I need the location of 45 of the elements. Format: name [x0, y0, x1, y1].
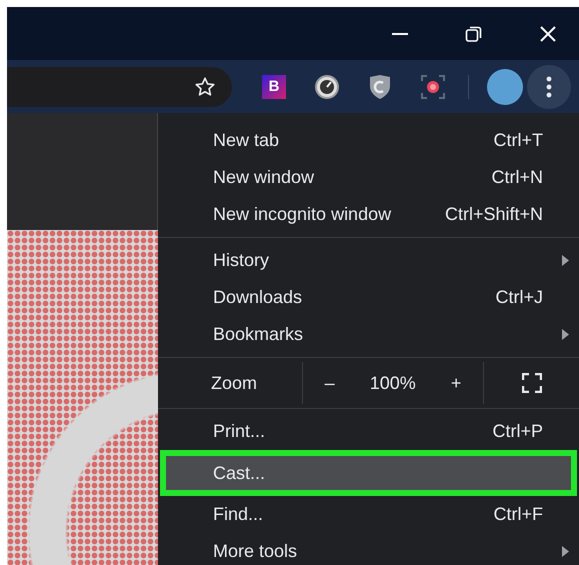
menu-button[interactable] — [527, 64, 571, 108]
menu-item[interactable]: Print... Ctrl+P — [160, 413, 577, 450]
menu-item[interactable]: Bookmarks — [160, 316, 577, 353]
menu-item-label: New window — [213, 167, 316, 188]
zoom-value: 100% — [370, 372, 416, 394]
menu-item[interactable]: New tab Ctrl+T — [160, 122, 577, 159]
shortcut-text: Ctrl+J — [495, 287, 543, 308]
restore-icon[interactable] — [465, 24, 483, 42]
profile-avatar[interactable] — [487, 68, 523, 104]
menu-item-label: New incognito window — [213, 204, 392, 225]
fullscreen-icon[interactable] — [522, 373, 542, 393]
menu-item[interactable]: New incognito window Ctrl+Shift+N — [160, 196, 577, 233]
record-icon[interactable] — [420, 74, 446, 100]
menu-item[interactable]: More tools — [160, 533, 577, 565]
zoom-label: Zoom — [210, 372, 258, 394]
submenu-arrow-icon — [562, 546, 569, 557]
extension-icon[interactable]: B — [262, 74, 286, 98]
zoom-in-button[interactable]: + — [442, 370, 470, 396]
star-icon[interactable] — [194, 76, 216, 98]
menu-item[interactable]: Cast... — [160, 450, 577, 496]
menu-item-label: New tab — [213, 130, 280, 151]
submenu-arrow-icon — [562, 255, 569, 266]
menu-item-label: History — [213, 250, 270, 271]
address-field[interactable] — [7, 66, 232, 106]
menu-item[interactable]: Downloads Ctrl+J — [160, 279, 577, 316]
shortcut-text: Ctrl+F — [494, 504, 543, 525]
submenu-arrow-icon — [562, 329, 569, 340]
shortcut-text: Ctrl+T — [494, 130, 543, 151]
menu-item-label: Cast... — [213, 462, 266, 484]
menu-item-label: Downloads — [213, 287, 304, 308]
menu-item[interactable]: Find... Ctrl+F — [160, 496, 577, 533]
menu-item-label: Bookmarks — [213, 324, 304, 345]
close-icon[interactable] — [539, 24, 557, 42]
menu-item-label: More tools — [213, 541, 298, 562]
menu-icon — [546, 76, 552, 98]
menu-item[interactable]: History — [160, 242, 577, 279]
shortcut-text: Ctrl+P — [492, 421, 543, 442]
menu-item-label: Find... — [213, 504, 264, 525]
menu-item[interactable]: New window Ctrl+N — [160, 159, 577, 196]
gauge-icon[interactable] — [314, 74, 340, 100]
menu-item-label: Print... — [213, 421, 266, 442]
zoom-out-button[interactable]: – — [316, 370, 343, 396]
shield-icon[interactable] — [368, 74, 392, 100]
shortcut-text: Ctrl+N — [491, 167, 543, 188]
shortcut-text: Ctrl+Shift+N — [444, 204, 543, 225]
